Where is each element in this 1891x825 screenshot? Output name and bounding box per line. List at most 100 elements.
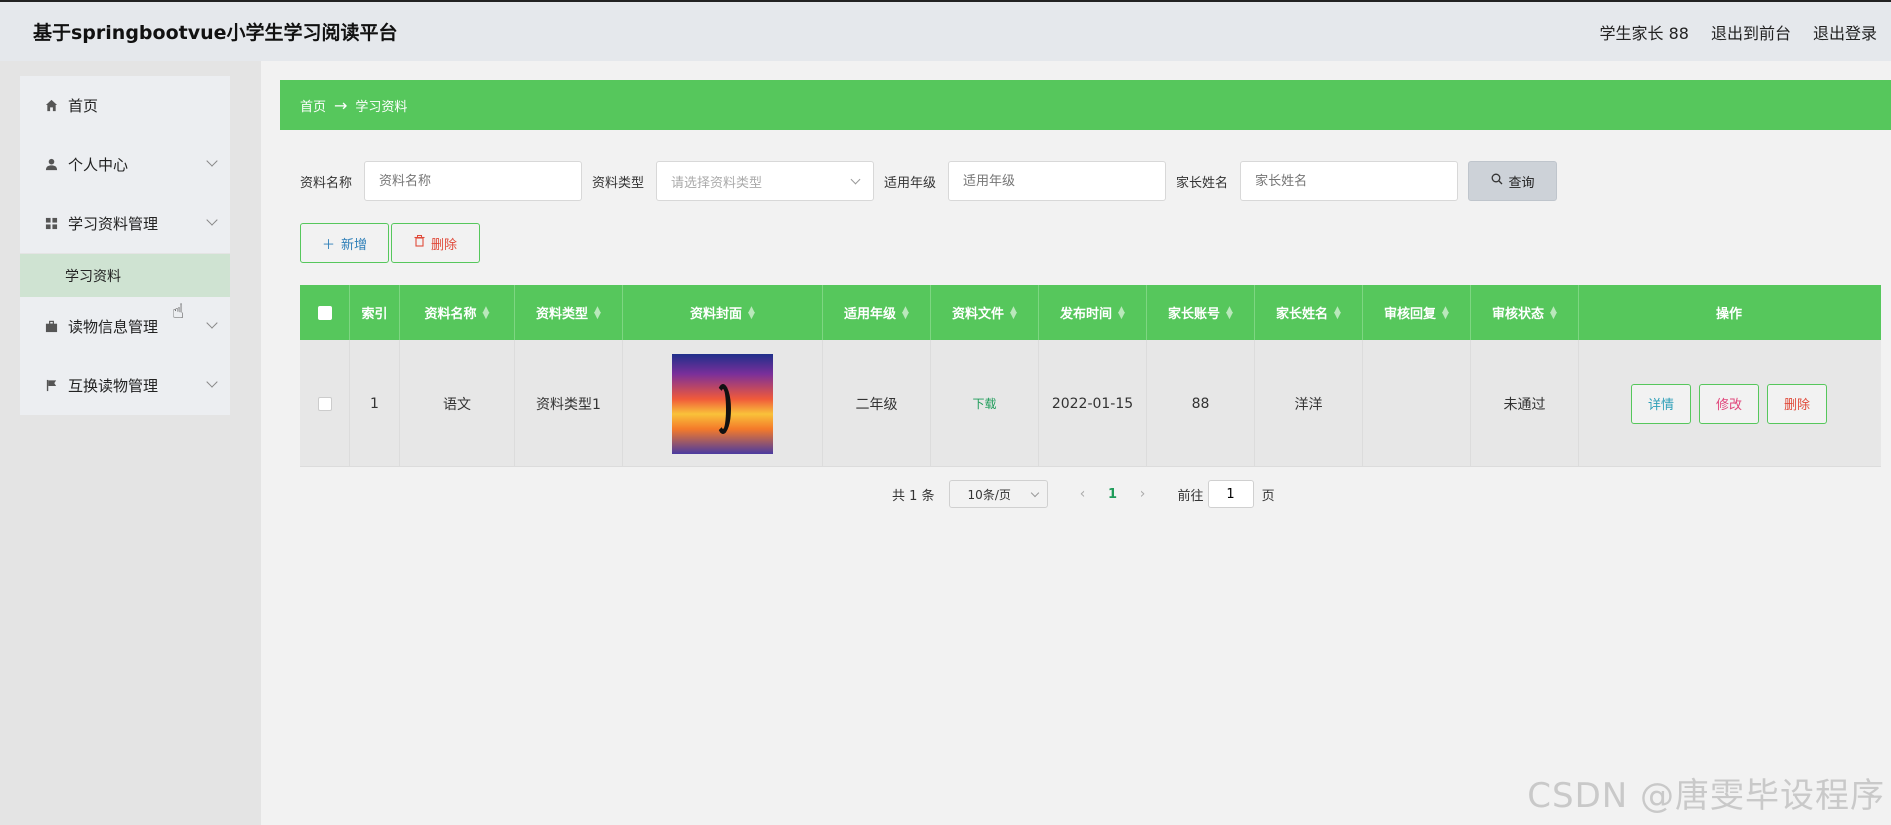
arrow-right-icon: → xyxy=(334,95,348,115)
parent-input[interactable] xyxy=(1240,161,1459,201)
top-right-links: 学生家长 88 退出到前台 退出登录 xyxy=(1600,20,1877,44)
column-header[interactable]: 家长账号 ▲ ▼ xyxy=(1147,285,1255,340)
parent-cell: 洋洋 xyxy=(1255,340,1363,467)
edit-button[interactable]: 修改 xyxy=(1699,383,1759,424)
chevron-down-icon xyxy=(206,155,218,167)
query-button[interactable]: 查询 xyxy=(1468,161,1558,201)
grade-cell: 二年级 xyxy=(823,340,931,467)
user-icon xyxy=(44,158,58,172)
column-header[interactable]: 发布时间 ▲ ▼ xyxy=(1039,285,1147,340)
column-header[interactable]: 家长姓名 ▲ ▼ xyxy=(1255,285,1363,340)
total-count: 共 1 条 xyxy=(892,488,935,504)
account-cell: 88 xyxy=(1147,340,1255,467)
add-button[interactable]: ＋ 新增 xyxy=(300,223,389,263)
sidebar-item-label: 首页 xyxy=(68,97,99,115)
sort-icon: ▲ ▼ xyxy=(1442,304,1449,321)
goto-input[interactable] xyxy=(1207,480,1254,508)
sidebar-item-home[interactable]: 首页 xyxy=(20,76,230,135)
table-header: 索引 资料名称 ▲ ▼ 资料类型 ▲ ▼ 资料封面 ▲ ▼ 适用年级 ▲ ▼ 资料文件 ▲ ▼ 发布… xyxy=(300,285,1881,340)
column-label: 发布时间 xyxy=(1060,307,1113,322)
sidebar-item-label: 学习资料管理 xyxy=(68,215,159,233)
sidebar-item-readings[interactable]: 读物信息管理 xyxy=(20,297,230,356)
delete-button[interactable]: 删除 xyxy=(391,223,480,263)
column-header: 索引 xyxy=(350,285,400,340)
cover-cell xyxy=(623,340,823,467)
column-header: 操作 xyxy=(1579,285,1879,340)
chevron-down-icon xyxy=(850,174,861,185)
type-cell: 资料类型1 xyxy=(515,340,623,467)
column-header[interactable]: 审核回复 ▲ ▼ xyxy=(1363,285,1471,340)
sidebar-item-exchange[interactable]: 互换读物管理 xyxy=(20,356,230,415)
column-header[interactable]: 资料封面 ▲ ▼ xyxy=(623,285,823,340)
app-title: 基于springbootvue小学生学习阅读平台 xyxy=(33,22,398,44)
pagination: 共 1 条 10条/页 ‹ 1 › 前往 页 xyxy=(892,480,1275,508)
sort-icon: ▲ ▼ xyxy=(1334,304,1341,321)
name-cell: 语文 xyxy=(400,340,515,467)
parent-label: 家长姓名 xyxy=(1176,175,1229,191)
column-header[interactable]: 资料类型 ▲ ▼ xyxy=(515,285,623,340)
cover-image[interactable] xyxy=(672,353,773,454)
search-icon xyxy=(1491,173,1503,189)
reply-cell xyxy=(1363,340,1471,467)
download-link[interactable]: 下载 xyxy=(972,395,996,412)
column-label: 家长姓名 xyxy=(1276,307,1329,322)
submenu: 学习资料 xyxy=(20,254,230,297)
sidebar-menu-lower: 读物信息管理 互换读物管理 xyxy=(20,297,230,415)
materials-table: 索引 资料名称 ▲ ▼ 资料类型 ▲ ▼ 资料封面 ▲ ▼ 适用年级 ▲ ▼ 资料文件 ▲ ▼ 发布… xyxy=(300,285,1881,467)
page-size-value: 10条/页 xyxy=(967,487,1011,502)
sidebar-menu: 首页 个人中心 学习资料管理 xyxy=(20,76,230,253)
remove-button[interactable]: 删除 xyxy=(1767,383,1827,424)
index-cell: 1 xyxy=(350,340,400,467)
watermark: CSDN @唐雯毕设程序 xyxy=(1527,776,1885,816)
front-link[interactable]: 退出到前台 xyxy=(1711,20,1791,44)
column-header[interactable]: 资料文件 ▲ ▼ xyxy=(931,285,1039,340)
detail-button[interactable]: 详情 xyxy=(1631,383,1691,424)
sidebar-item-materials[interactable]: 学习资料管理 xyxy=(20,194,230,253)
type-select[interactable]: 请选择资料类型 xyxy=(656,161,875,201)
column-label: 资料封面 xyxy=(690,307,743,322)
chevron-down-icon xyxy=(206,317,218,329)
column-label: 审核回复 xyxy=(1384,307,1437,322)
name-input[interactable] xyxy=(364,161,583,201)
chevron-down-icon xyxy=(206,376,218,388)
goto-label: 前往 xyxy=(1177,488,1204,504)
page-unit: 页 xyxy=(1261,488,1275,504)
row-select-cell xyxy=(300,340,350,467)
file-cell: 下载 xyxy=(931,340,1039,467)
breadcrumb-current: 学习资料 xyxy=(355,99,408,115)
type-label: 资料类型 xyxy=(592,175,645,191)
query-button-label: 查询 xyxy=(1508,175,1535,191)
column-label: 资料类型 xyxy=(536,307,589,322)
sidebar-item-personal[interactable]: 个人中心 xyxy=(20,135,230,194)
row-checkbox[interactable] xyxy=(317,396,332,411)
column-label: 索引 xyxy=(361,307,388,322)
chevron-down-icon xyxy=(206,214,218,226)
sidebar-subitem-materials[interactable]: 学习资料 xyxy=(20,254,230,297)
trash-icon xyxy=(414,235,425,251)
select-all-checkbox[interactable] xyxy=(317,305,332,320)
dolphin-silhouette xyxy=(715,383,731,434)
sort-icon: ▲ ▼ xyxy=(748,304,755,321)
column-label: 适用年级 xyxy=(844,307,897,322)
next-page-icon[interactable]: › xyxy=(1128,486,1158,502)
column-header[interactable]: 适用年级 ▲ ▼ xyxy=(823,285,931,340)
ops-cell: 详情 修改 删除 xyxy=(1579,340,1879,467)
sort-icon: ▲ ▼ xyxy=(594,304,601,321)
add-button-label: 新增 xyxy=(341,237,368,253)
column-header[interactable]: 审核状态 ▲ ▼ xyxy=(1471,285,1579,340)
current-page[interactable]: 1 xyxy=(1098,487,1128,502)
sidebar-item-label: 互换读物管理 xyxy=(68,377,159,395)
user-label: 学生家长 88 xyxy=(1599,23,1689,43)
grade-input[interactable] xyxy=(948,161,1167,201)
prev-page-icon[interactable]: ‹ xyxy=(1068,486,1098,502)
logout-link[interactable]: 退出登录 xyxy=(1813,20,1877,44)
breadcrumb-home[interactable]: 首页 xyxy=(300,96,326,115)
column-header[interactable]: 资料名称 ▲ ▼ xyxy=(400,285,515,340)
column-label: 审核状态 xyxy=(1492,307,1545,322)
home-icon xyxy=(44,99,58,113)
delete-button-label: 删除 xyxy=(430,237,457,253)
sidebar-item-label: 读物信息管理 xyxy=(68,318,159,336)
page-size-select[interactable]: 10条/页 xyxy=(948,480,1048,508)
flag-icon xyxy=(44,379,58,393)
column-label: 资料名称 xyxy=(424,307,477,322)
